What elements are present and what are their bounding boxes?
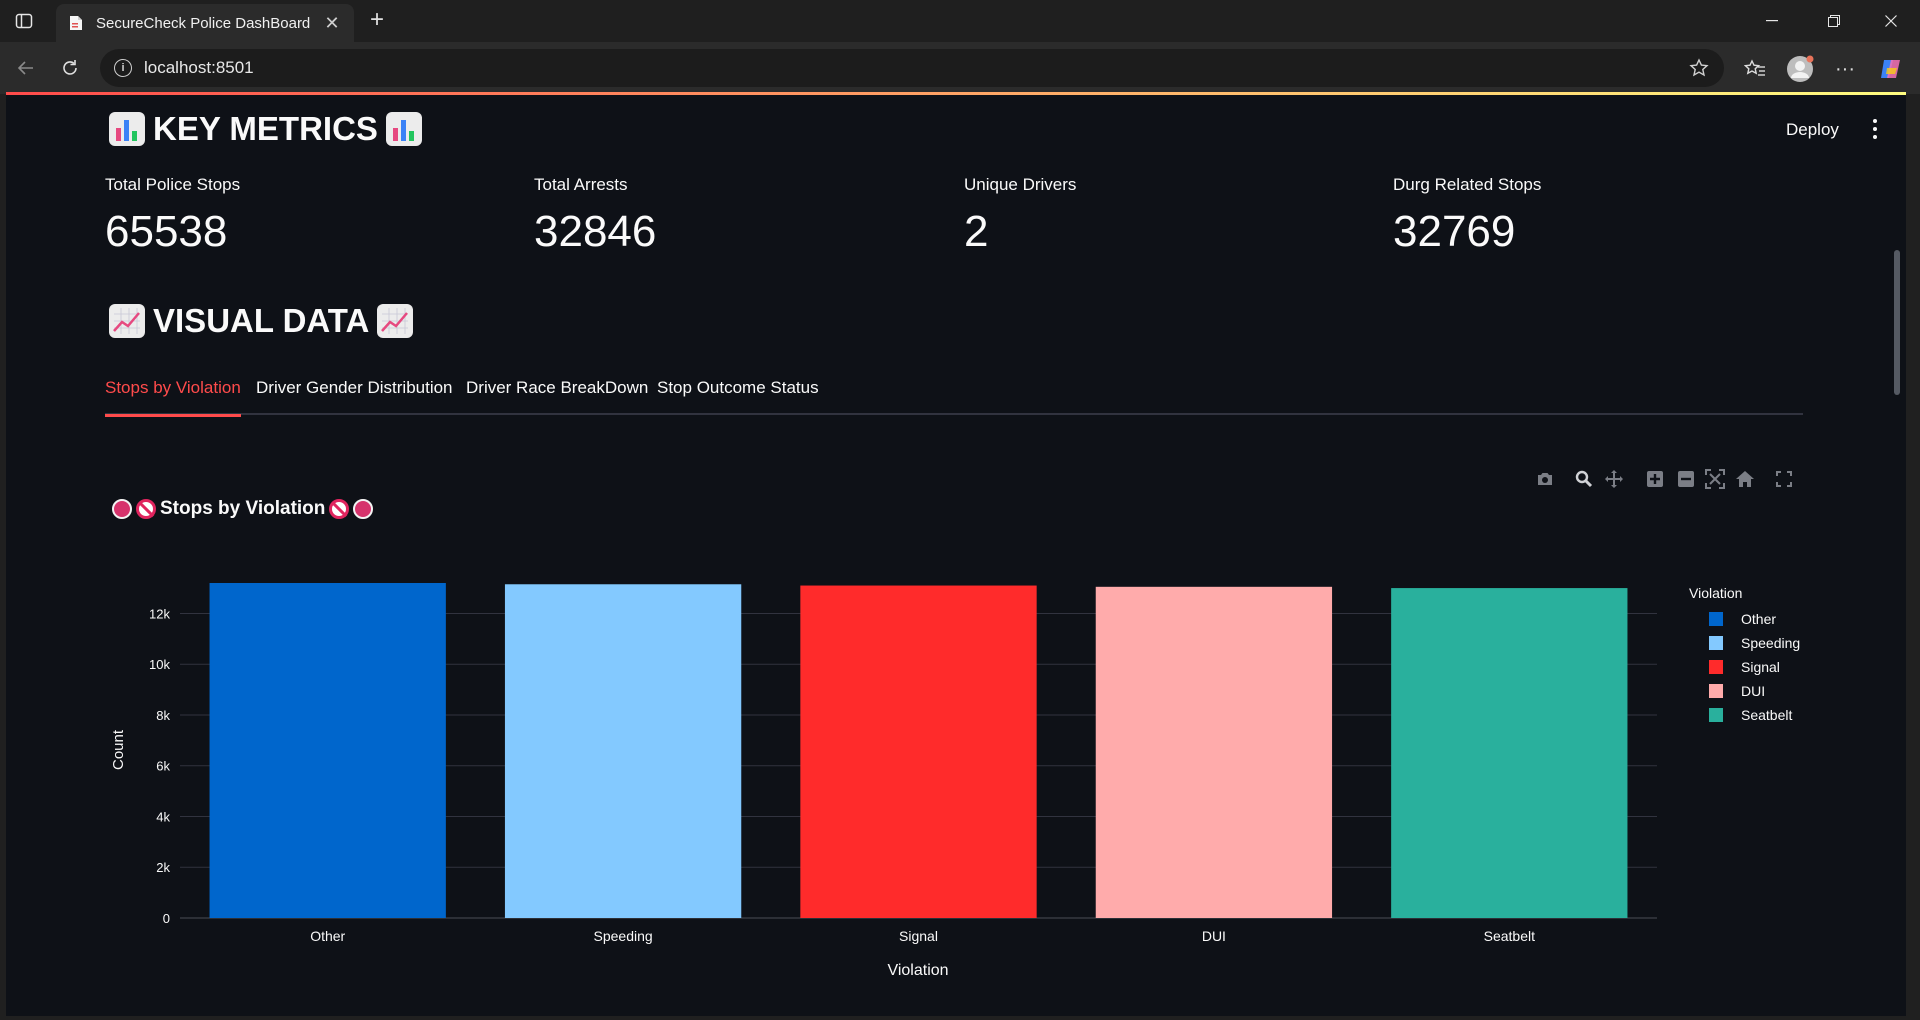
- legend-item-signal[interactable]: Signal: [1689, 655, 1800, 679]
- x-tick-label: Speeding: [594, 928, 653, 944]
- minimize-icon[interactable]: [1752, 8, 1792, 34]
- x-axis-label: Violation: [887, 962, 948, 979]
- y-tick-label: 2k: [156, 860, 170, 875]
- legend-swatch: [1709, 684, 1723, 698]
- favorites-icon[interactable]: [1740, 54, 1770, 84]
- legend-swatch: [1709, 636, 1723, 650]
- close-window-icon[interactable]: [1871, 8, 1911, 34]
- y-axis-label: Count: [110, 729, 127, 770]
- legend-title: Violation: [1689, 585, 1743, 601]
- app-main: Deploy KEY METRICS Total Police Stops 65…: [6, 95, 1906, 1016]
- restore-icon[interactable]: [1814, 8, 1854, 34]
- browser-nav-bar: i localhost:8501 ···: [0, 42, 1920, 94]
- bar-signal[interactable]: [800, 585, 1037, 918]
- browser-tab[interactable]: SecureCheck Police DashBoard ✕: [56, 4, 354, 42]
- address-bar[interactable]: i localhost:8501: [100, 49, 1724, 87]
- legend-label: DUI: [1741, 683, 1766, 699]
- chart-legend: Violation Other Speeding Signal DUI Seatbelt: [1689, 585, 1800, 727]
- tab-title: SecureCheck Police DashBoard: [96, 14, 311, 32]
- site-info-icon[interactable]: i: [114, 59, 132, 77]
- bar-chart[interactable]: 0 2k 4k 6k 8k 10k 12k Other Speeding Signal DUI Se…: [6, 95, 1906, 1016]
- y-tick-label: 6k: [156, 759, 170, 774]
- y-tick-label: 0: [163, 911, 170, 926]
- legend-label: Speeding: [1741, 635, 1801, 651]
- legend-label: Signal: [1741, 659, 1780, 675]
- reload-icon[interactable]: [56, 54, 84, 82]
- copilot-icon[interactable]: [1876, 54, 1906, 84]
- back-icon[interactable]: [12, 54, 40, 82]
- favorite-star-icon[interactable]: [1688, 57, 1710, 79]
- x-tick-label: Signal: [899, 928, 938, 944]
- page-favicon-icon: [68, 15, 84, 31]
- legend-item-other[interactable]: Other: [1689, 607, 1800, 631]
- bar-speeding[interactable]: [504, 584, 742, 918]
- browser-tab-bar: SecureCheck Police DashBoard ✕ +: [0, 0, 1920, 42]
- url-text[interactable]: localhost:8501: [144, 58, 1688, 78]
- y-tick-label: 12k: [149, 606, 170, 621]
- bar-other[interactable]: [209, 583, 446, 918]
- y-tick-label: 8k: [156, 708, 170, 723]
- legend-swatch: [1709, 660, 1723, 674]
- legend-label: Other: [1741, 611, 1777, 627]
- legend-item-dui[interactable]: DUI: [1689, 679, 1800, 703]
- profile-avatar-icon[interactable]: [1785, 54, 1815, 84]
- close-tab-icon[interactable]: ✕: [322, 13, 342, 34]
- bar-seatbelt[interactable]: [1391, 588, 1628, 918]
- new-tab-button[interactable]: +: [364, 8, 390, 34]
- legend-item-seatbelt[interactable]: Seatbelt: [1689, 703, 1800, 727]
- legend-label: Seatbelt: [1741, 707, 1793, 723]
- y-tick-label: 4k: [156, 809, 170, 824]
- x-tick-label: DUI: [1202, 928, 1226, 944]
- tab-actions-icon[interactable]: [12, 9, 36, 33]
- legend-swatch: [1709, 612, 1723, 626]
- y-tick-label: 10k: [149, 657, 170, 672]
- x-tick-label: Seatbelt: [1484, 928, 1535, 944]
- legend-swatch: [1709, 708, 1723, 722]
- x-tick-label: Other: [310, 928, 345, 944]
- bar-dui[interactable]: [1095, 586, 1333, 918]
- legend-item-speeding[interactable]: Speeding: [1689, 631, 1800, 655]
- more-options-icon[interactable]: ···: [1830, 54, 1860, 84]
